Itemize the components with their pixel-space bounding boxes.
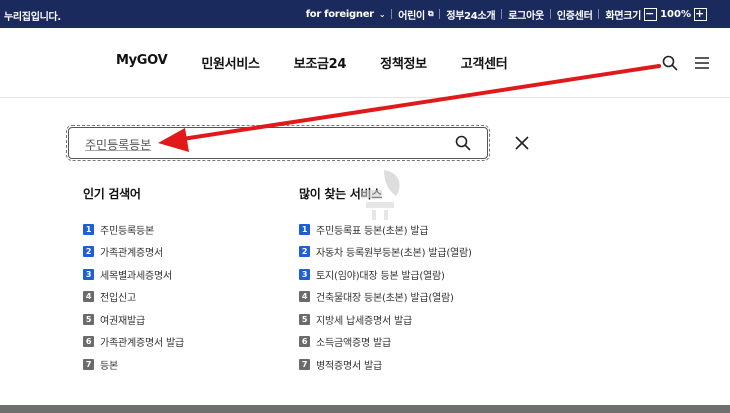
foreigner-label: for foreigner [305,8,374,20]
top-utility-bar: 누리집입니다. for foreigner ⌄ 어린이 ⧉ 정부24소개 로그아… [0,0,730,28]
list-item-label: 토지(임야)대장 등본 발급(열람) [316,270,445,282]
list-item[interactable]: 4 건축물대장 등본(초본) 발급(열람) [299,286,472,309]
popular-searches: 인기 검색어 1 주민등록등본 2 가족관계증명서 3 세목별과세증명서 4 전입신고 … [83,185,184,376]
search-icon[interactable] [455,135,471,151]
list-item[interactable]: 3 토지(임야)대장 등본 발급(열람) [299,263,472,286]
rank-badge: 3 [83,268,94,280]
footer-strip [0,405,730,413]
rank-badge: 6 [83,336,94,348]
rank-badge: 6 [299,336,310,348]
list-item[interactable]: 7 병적증명서 발급 [299,353,472,376]
divider [439,9,441,19]
list-item-label: 등본 [100,360,118,372]
foreigner-link[interactable]: for foreigner ⌄ [306,9,386,20]
close-icon[interactable] [514,135,530,151]
list-item-label: 여권재발급 [100,315,145,327]
list-item[interactable]: 6 가족관계증명서 발급 [83,331,184,354]
list-item-label: 건축물대장 등본(초본) 발급(열람) [316,293,454,305]
nav-item-subsidy[interactable]: 보조금24 [294,53,347,72]
rank-badge: 2 [83,246,94,258]
zoom-label: 화면크기 [605,10,642,22]
site-notice: 누리집입니다. [4,12,61,23]
list-item-label: 가족관계증명서 발급 [100,338,184,350]
list-item[interactable]: 3 세목별과세증명서 [83,263,184,286]
divider [391,9,393,19]
list-item-label: 지방세 납세증명서 발급 [316,315,412,327]
rank-badge: 1 [83,223,94,235]
list-item[interactable]: 4 전입신고 [83,286,184,309]
kids-label: 어린이 [398,10,425,22]
divider [598,9,600,19]
list-item[interactable]: 2 가족관계증명서 [83,241,184,264]
main-nav: MyGOV 민원서비스 보조금24 정책정보 고객센터 [0,28,730,98]
list-item[interactable]: 2 자동차 등록원부등본(초본) 발급(열람) [299,241,472,264]
menu-icon[interactable] [695,56,709,70]
rank-badge: 5 [83,313,94,325]
list-item-label: 세목별과세증명서 [100,270,172,282]
list-item-label: 병적증명서 발급 [316,360,382,372]
list-item[interactable]: 5 여권재발급 [83,308,184,331]
logout-link[interactable]: 로그아웃 [508,7,544,22]
rank-badge: 4 [299,291,310,303]
nav-item-policy[interactable]: 정책정보 [380,53,427,72]
nav-menu: MyGOV 민원서비스 보조금24 정책정보 고객센터 [116,53,541,72]
list-item-label: 전입신고 [100,293,136,305]
list-item-label: 가족관계증명서 [100,248,163,260]
rank-badge: 3 [299,268,310,280]
popular-searches-title: 인기 검색어 [83,187,141,201]
search-input[interactable]: 주민등록등본 [66,125,490,161]
list-item-label: 주민등록표 등본(초본) 발급 [316,225,429,237]
divider [501,9,503,19]
list-item-label: 자동차 등록원부등본(초본) 발급(열람) [316,248,472,260]
rank-badge: 7 [83,358,94,370]
zoom-out-button[interactable]: − [644,7,658,21]
list-item[interactable]: 5 지방세 납세증명서 발급 [299,308,472,331]
zoom-in-button[interactable]: + [694,7,707,21]
search-icon[interactable] [662,55,678,71]
list-item-label: 소득금액증명 발급 [316,338,391,350]
list-item-label: 주민등록등본 [100,225,154,237]
zoom-value: 100% [660,8,691,20]
watermark-logo [362,170,400,220]
divider [549,9,551,19]
nav-item-support[interactable]: 고객센터 [461,53,508,72]
chevron-down-icon: ⌄ [378,9,386,19]
list-item[interactable]: 7 등본 [83,353,184,376]
list-item[interactable]: 6 소득금액증명 발급 [299,331,472,354]
nav-item-mygov[interactable]: MyGOV [116,53,168,72]
rank-badge: 5 [299,313,310,325]
cert-center-link[interactable]: 인증센터 [557,7,593,22]
rank-badge: 4 [83,291,94,303]
rank-badge: 1 [299,223,310,235]
external-link-icon: ⧉ [427,9,434,18]
gov24-intro-link[interactable]: 정부24소개 [446,7,495,22]
kids-link[interactable]: 어린이 ⧉ [398,7,433,22]
list-item[interactable]: 1 주민등록등본 [83,218,184,241]
search-query: 주민등록등본 [85,138,152,152]
utility-menu: for foreigner ⌄ 어린이 ⧉ 정부24소개 로그아웃 인증센터 화… [306,0,710,28]
rank-badge: 7 [299,358,310,370]
nav-item-civil-services[interactable]: 민원서비스 [201,53,260,72]
rank-badge: 2 [299,246,310,258]
